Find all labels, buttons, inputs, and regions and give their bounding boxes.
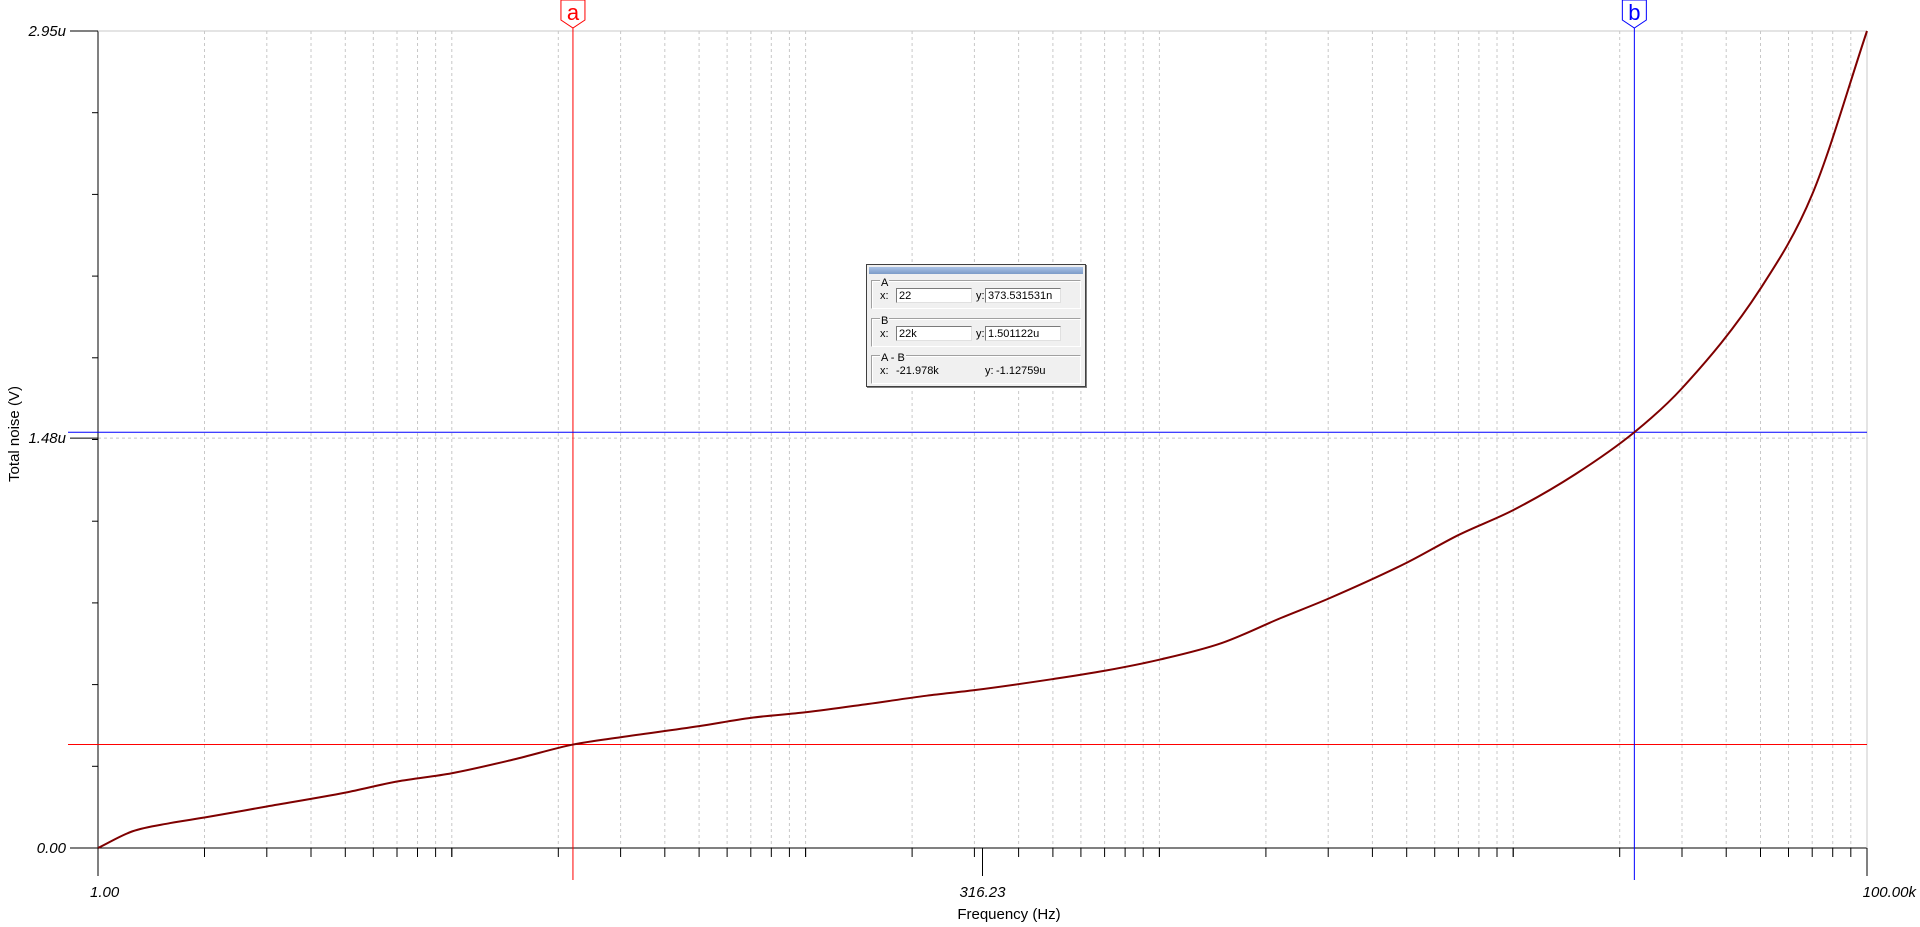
grid-layer <box>98 31 1867 848</box>
series-layer <box>97 30 1868 849</box>
cursor-diff-title: A - B <box>880 352 906 364</box>
cursor-diff-x-value: -21.978k <box>896 365 939 377</box>
cursor-a-group: A x: 22 y: 373.531531n <box>871 277 1081 309</box>
cursor-diff-x-label: x: <box>880 365 889 377</box>
cursor-a-y-field[interactable]: 373.531531n <box>985 288 1061 303</box>
plot-frame <box>97 30 1868 849</box>
noise-curve-line <box>97 30 1868 849</box>
x-tick-label: 316.23 <box>960 884 1007 901</box>
x-tick-label: 100.00k <box>1863 884 1918 901</box>
cursor-b-y-label: y: <box>976 328 985 340</box>
cursor-lines <box>68 21 1867 880</box>
cursor-diff-y-value: -1.12759u <box>996 365 1046 377</box>
y-axis-title: Total noise (V) <box>6 386 23 482</box>
x-tick-label: 1.00 <box>90 884 120 901</box>
y-tick-label: 0.00 <box>37 840 67 857</box>
cursor-a-x-field[interactable]: 22 <box>896 288 972 303</box>
y-tick-label: 1.48u <box>28 430 66 447</box>
cursor-diff-y-label: y: <box>985 365 994 377</box>
cursor-b-x-field[interactable]: 22k <box>896 326 972 341</box>
cursor-b-flag-label: b <box>1628 0 1640 25</box>
panel-titlebar[interactable] <box>869 267 1083 274</box>
cursor-b-x-label: x: <box>880 328 889 340</box>
cursor-b-title: B <box>880 315 890 327</box>
cursor-b-group: B x: 22k y: 1.501122u <box>871 315 1081 347</box>
x-axis-title: Frequency (Hz) <box>957 906 1060 923</box>
cursor-diff-group: A - B x: -21.978k y: -1.12759u <box>871 352 1081 384</box>
cursor-a-title: A <box>880 277 890 289</box>
cursor-flags: ab <box>560 0 1647 29</box>
cursor-a-x-label: x: <box>880 290 889 302</box>
cursor-a-flag-label: a <box>567 0 580 25</box>
cursor-b-y-field[interactable]: 1.501122u <box>985 326 1061 341</box>
cursor-a-y-label: y: <box>976 290 985 302</box>
cursor-readout-panel[interactable]: A x: 22 y: 373.531531n B x: 22k y: 1.501… <box>866 264 1086 387</box>
noise-chart: 0.001.48u2.95u1.00 316.23 100.00k ab Frequ… <box>6 0 1918 923</box>
y-tick-label: 2.95u <box>27 23 66 40</box>
